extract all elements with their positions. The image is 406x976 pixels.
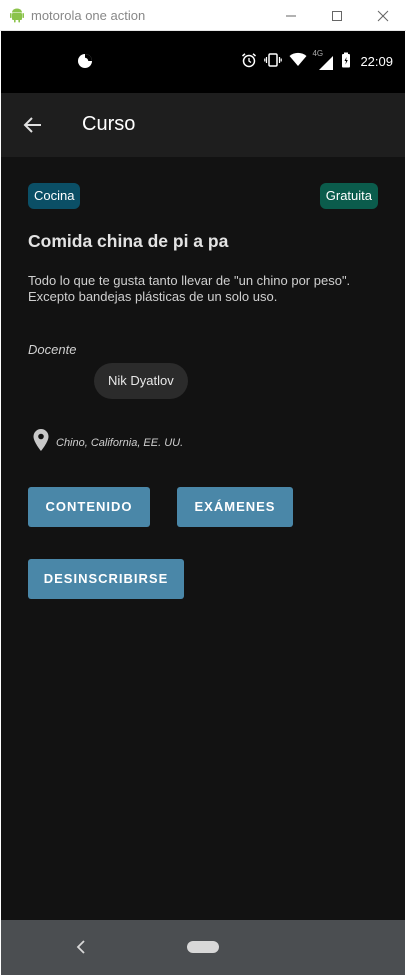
course-detail: Cocina Gratuita Comida china de pi a pa … <box>1 157 405 920</box>
signal-icon: 4G <box>312 49 334 70</box>
app-bar: Curso <box>1 93 405 157</box>
page-title: Curso <box>82 113 136 135</box>
data-saver-icon <box>77 53 93 74</box>
category-chip: Cocina <box>28 183 81 209</box>
status-bar: 4G 22:09 <box>1 31 405 93</box>
teacher-chip[interactable]: Nik Dyatlov <box>94 363 188 399</box>
status-time: 22:09 <box>360 54 393 69</box>
contenido-button[interactable]: CONTENIDO <box>28 487 150 527</box>
price-chip: Gratuita <box>319 183 378 209</box>
examenes-button[interactable]: EXÁMENES <box>177 487 293 527</box>
window-controls <box>268 0 406 31</box>
nav-back-icon[interactable] <box>75 939 87 955</box>
close-icon[interactable] <box>360 0 406 31</box>
system-nav-bar <box>1 920 405 975</box>
emulator-titlebar: motorola one action <box>0 0 406 31</box>
nav-home-pill[interactable] <box>187 941 219 953</box>
alarm-icon <box>241 52 257 71</box>
wifi-icon <box>289 52 307 71</box>
location-text: Chino, California, EE. UU. <box>56 436 184 449</box>
maximize-icon[interactable] <box>314 0 360 31</box>
battery-icon <box>341 52 351 71</box>
desinscribirse-button[interactable]: DESINSCRIBIRSE <box>28 559 184 599</box>
minimize-icon[interactable] <box>268 0 314 31</box>
teacher-label: Docente <box>28 342 77 357</box>
status-icons: 4G 22:09 <box>241 49 393 71</box>
course-title: Comida china de pi a pa <box>28 231 229 251</box>
back-arrow-icon[interactable] <box>21 113 45 137</box>
android-icon <box>9 7 25 23</box>
window-title: motorola one action <box>31 7 146 23</box>
location-pin-icon <box>32 428 50 457</box>
course-description: Todo lo que te gusta tanto llevar de "un… <box>28 273 351 304</box>
device-screen: 4G 22:09 Curso Cocina Gratuita Comida ch… <box>1 31 405 975</box>
course-location: Chino, California, EE. UU. <box>32 428 183 457</box>
vibrate-icon <box>264 52 283 71</box>
